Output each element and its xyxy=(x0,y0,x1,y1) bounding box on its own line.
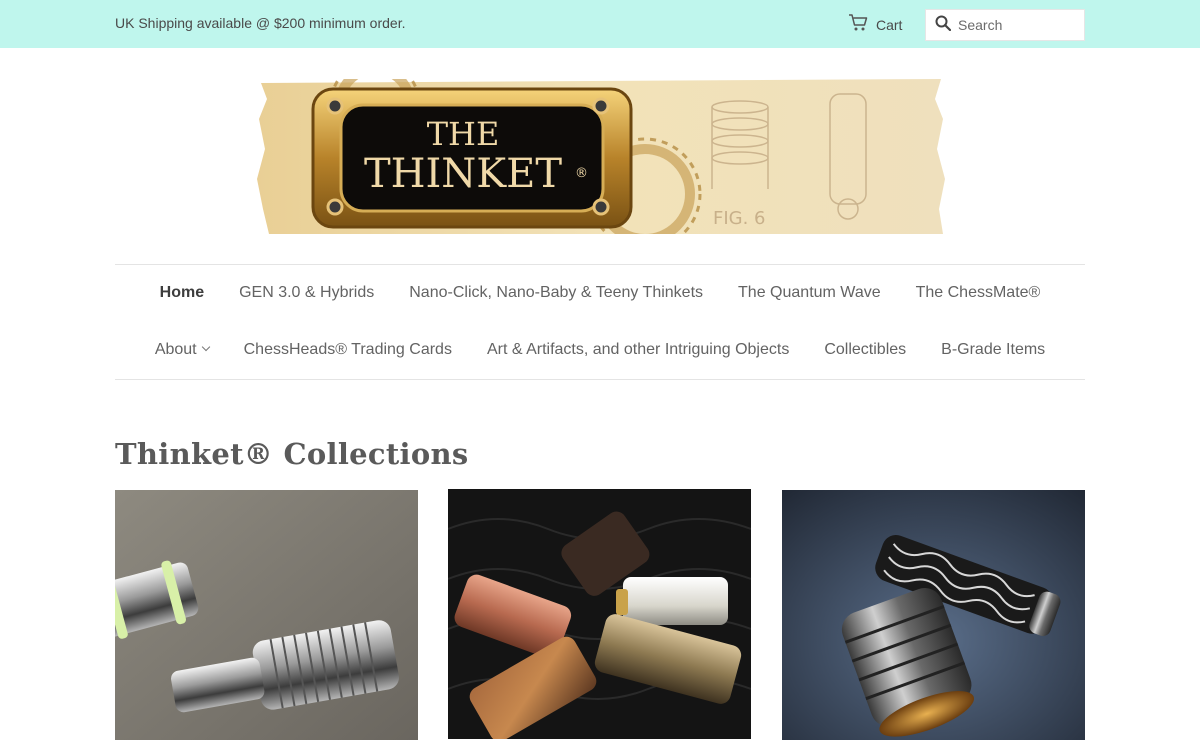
collection-image-2 xyxy=(448,489,751,739)
nav-top-rule xyxy=(115,264,1085,265)
logo-line1: THE xyxy=(427,115,500,153)
nav-item-b-grade[interactable]: B-Grade Items xyxy=(941,341,1045,359)
cart-link[interactable]: Cart xyxy=(848,14,902,35)
collections-title: Thinket® Collections xyxy=(115,437,469,471)
nav-item-quantum-wave[interactable]: The Quantum Wave xyxy=(738,284,881,302)
nav-item-chessmate[interactable]: The ChessMate® xyxy=(916,284,1041,302)
site-logo[interactable]: FIG. 6 THE THINKET ® xyxy=(255,58,947,251)
search-icon[interactable] xyxy=(926,15,952,36)
nav-item-nano-thinkets[interactable]: Nano-Click, Nano-Baby & Teeny Thinkets xyxy=(409,284,703,302)
search-box xyxy=(925,9,1085,41)
cart-icon xyxy=(848,14,868,35)
announcement-bar: UK Shipping available @ $200 minimum ord… xyxy=(0,0,1200,48)
nav-item-art-artifacts[interactable]: Art & Artifacts, and other Intriguing Ob… xyxy=(487,341,789,359)
main-nav-row-1: Home GEN 3.0 & Hybrids Nano-Click, Nano-… xyxy=(115,284,1085,302)
main-nav-row-2: About ChessHeads® Trading Cards Art & Ar… xyxy=(115,341,1085,359)
search-input[interactable] xyxy=(958,17,1078,33)
collection-card-2[interactable] xyxy=(448,489,751,739)
nav-item-gen3-hybrids[interactable]: GEN 3.0 & Hybrids xyxy=(239,284,374,302)
collection-image-1 xyxy=(115,490,418,740)
nav-item-home[interactable]: Home xyxy=(160,284,204,302)
cart-label: Cart xyxy=(876,16,903,33)
nav-item-about[interactable]: About xyxy=(154,341,210,359)
nav-item-trading-cards[interactable]: ChessHeads® Trading Cards xyxy=(244,341,452,359)
logo-mark: ® xyxy=(575,166,588,181)
collection-card-1[interactable] xyxy=(115,490,418,740)
logo-fig-label: FIG. 6 xyxy=(713,208,766,229)
logo-line2: THINKET xyxy=(364,151,562,197)
nav-item-collectibles[interactable]: Collectibles xyxy=(824,341,906,359)
nav-bottom-rule xyxy=(115,379,1085,380)
announcement-text: UK Shipping available @ $200 minimum ord… xyxy=(115,15,406,31)
collection-image-3 xyxy=(782,490,1085,740)
chevron-down-icon xyxy=(201,342,210,352)
nav-item-about-label: About xyxy=(154,341,197,358)
collection-card-3[interactable] xyxy=(782,490,1085,740)
